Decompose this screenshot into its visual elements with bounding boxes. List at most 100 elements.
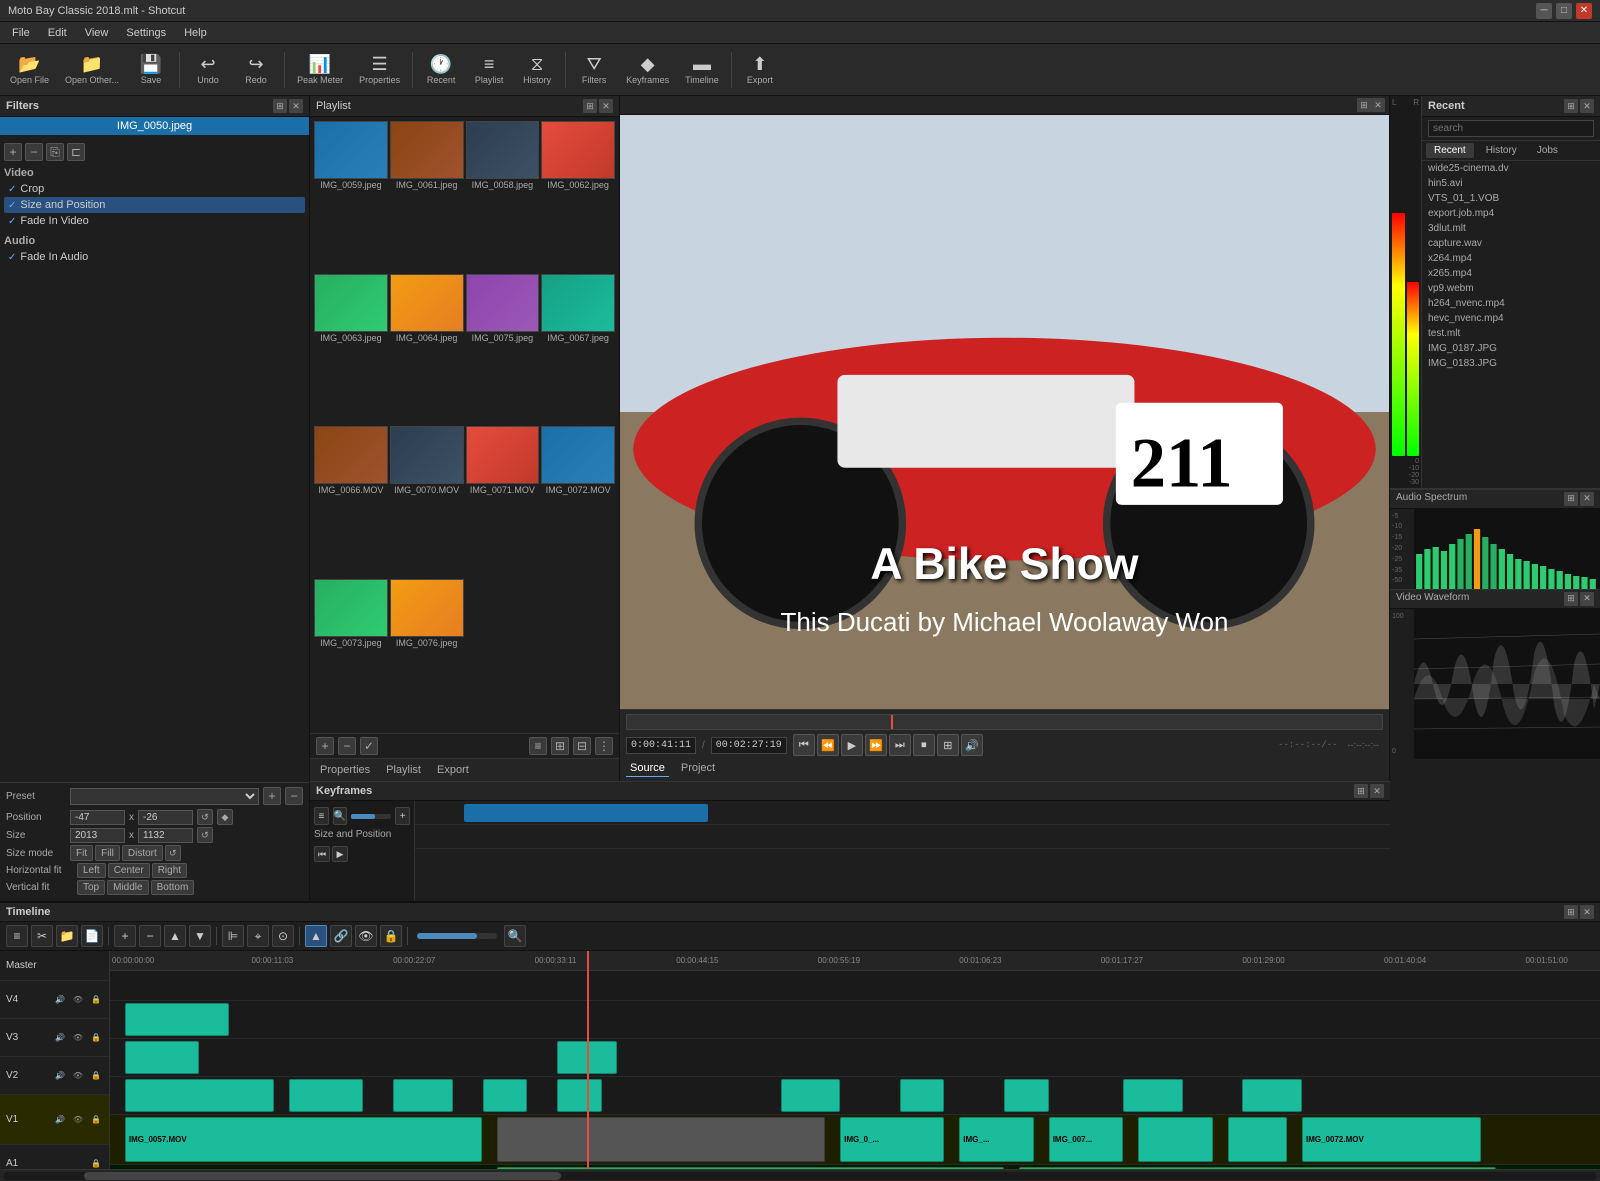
timeline-close-button[interactable]: ✕	[1580, 905, 1594, 919]
h-fit-center[interactable]: Center	[108, 863, 150, 878]
list-item[interactable]: IMG_0063.jpeg	[314, 274, 388, 425]
clip-v2-1[interactable]	[125, 1079, 274, 1112]
clip-v1-5[interactable]	[1138, 1117, 1213, 1162]
preset-add[interactable]: +	[263, 787, 281, 805]
list-item[interactable]: x264.mp4	[1422, 251, 1600, 266]
skip-fwd-button[interactable]: ⏩	[865, 734, 887, 756]
clip-v2-4[interactable]	[483, 1079, 528, 1112]
recent-search-input[interactable]	[1428, 120, 1594, 137]
size-mode-reset[interactable]: ↺	[165, 845, 181, 861]
playlist-close-button[interactable]: ✕	[599, 99, 613, 113]
list-item[interactable]: IMG_0062.jpeg	[541, 121, 615, 272]
keyframes-button[interactable]: ◆ Keyframes	[620, 52, 675, 88]
list-item[interactable]: IMG_0073.jpeg	[314, 579, 388, 730]
maximize-button[interactable]: □	[1556, 3, 1572, 19]
position-reset[interactable]: ↺	[197, 809, 213, 825]
size-h-input[interactable]	[138, 828, 193, 843]
v4-eye-btn[interactable]: 👁	[71, 993, 85, 1007]
open-other-button[interactable]: 📁 Open Other...	[59, 52, 125, 88]
clip-v1-mid[interactable]	[497, 1117, 825, 1162]
tl-eye-btn[interactable]: 👁	[355, 925, 377, 947]
playlist-list-view-button[interactable]: ≡	[529, 737, 547, 755]
tab-export[interactable]: Export	[433, 762, 473, 778]
tab-jobs[interactable]: Jobs	[1529, 143, 1566, 158]
size-reset[interactable]: ↺	[197, 827, 213, 843]
list-item[interactable]: test.mlt	[1422, 326, 1600, 341]
playlist-check-button[interactable]: ✓	[360, 737, 378, 755]
preview-close-button[interactable]: ✕	[1371, 98, 1385, 112]
list-item[interactable]: IMG_0059.jpeg	[314, 121, 388, 272]
clip-v3-1[interactable]	[125, 1041, 200, 1074]
position-keyframe[interactable]: ◆	[217, 809, 233, 825]
list-item[interactable]: capture.wav	[1422, 236, 1600, 251]
clip-v2-3[interactable]	[393, 1079, 453, 1112]
size-mode-fill[interactable]: Fill	[95, 845, 120, 861]
v1-lock-btn[interactable]: 🔒	[89, 1113, 103, 1127]
size-mode-distort[interactable]: Distort	[122, 845, 163, 861]
v2-lock-btn[interactable]: 🔒	[89, 1069, 103, 1083]
list-item[interactable]: IMG_0071.MOV	[466, 426, 540, 577]
v2-audio-btn[interactable]: 🔊	[53, 1069, 67, 1083]
list-item[interactable]: IMG_0058.jpeg	[466, 121, 540, 272]
scrollbar-thumb[interactable]	[84, 1172, 562, 1180]
list-item[interactable]: IMG_0067.jpeg	[541, 274, 615, 425]
list-item[interactable]: hin5.avi	[1422, 176, 1600, 191]
tl-scrub-btn[interactable]: ⊙	[272, 925, 294, 947]
h-fit-left[interactable]: Left	[77, 863, 106, 878]
list-item[interactable]: IMG_0066.MOV	[314, 426, 388, 577]
tab-project[interactable]: Project	[677, 760, 719, 777]
list-item[interactable]: IMG_0064.jpeg	[390, 274, 464, 425]
filter-fade-in-audio[interactable]: ✓ Fade In Audio	[4, 249, 305, 265]
keyframes-dock-button[interactable]: ⊞	[1354, 784, 1368, 798]
menu-view[interactable]: View	[77, 25, 117, 41]
keyframes-close-button[interactable]: ✕	[1370, 784, 1384, 798]
open-file-button[interactable]: 📂 Open File	[4, 52, 55, 88]
add-filter-button[interactable]: +	[4, 143, 22, 161]
audio-spectrum-close-button[interactable]: ✕	[1580, 492, 1594, 506]
clip-v3-2[interactable]	[557, 1041, 617, 1074]
clip-v2-8[interactable]	[1004, 1079, 1049, 1112]
clip-v1-2[interactable]: IMG_0_...	[840, 1117, 944, 1162]
clip-v2-6[interactable]	[781, 1079, 841, 1112]
next-frame-button[interactable]: ⏭	[889, 734, 911, 756]
tl-folder-btn[interactable]: 📁	[56, 925, 78, 947]
vw-close-button[interactable]: ✕	[1580, 592, 1594, 606]
list-item[interactable]: h264_nvenc.mp4	[1422, 296, 1600, 311]
stop-button[interactable]: ⏹	[913, 734, 935, 756]
recent-close-button[interactable]: ✕	[1580, 99, 1594, 113]
clip-v1-4[interactable]: IMG_007...	[1049, 1117, 1124, 1162]
recent-button[interactable]: 🕐 Recent	[419, 52, 463, 88]
clip-v1-main[interactable]: IMG_0057.MOV	[125, 1117, 483, 1162]
clip-v2-10[interactable]	[1242, 1079, 1302, 1112]
v2-eye-btn[interactable]: 👁	[71, 1069, 85, 1083]
v1-eye-btn[interactable]: 👁	[71, 1113, 85, 1127]
tl-down-btn[interactable]: ▼	[189, 925, 211, 947]
audio-spectrum-dock-button[interactable]: ⊞	[1564, 492, 1578, 506]
paste-filter-button[interactable]: ⊏	[67, 143, 85, 161]
tl-file-btn[interactable]: 📄	[81, 925, 103, 947]
v4-lock-btn[interactable]: 🔒	[89, 993, 103, 1007]
filters-dock-button[interactable]: ⊞	[273, 99, 287, 113]
preview-dock-button[interactable]: ⊞	[1357, 98, 1371, 112]
filters-close-button[interactable]: ✕	[289, 99, 303, 113]
v3-eye-btn[interactable]: 👁	[71, 1031, 85, 1045]
tl-cut-btn[interactable]: ✂	[31, 925, 53, 947]
remove-filter-button[interactable]: −	[25, 143, 43, 161]
grid-button[interactable]: ⊞	[937, 734, 959, 756]
menu-file[interactable]: File	[4, 25, 38, 41]
save-button[interactable]: 💾 Save	[129, 52, 173, 88]
v-fit-bottom[interactable]: Bottom	[151, 880, 195, 895]
list-item[interactable]: IMG_0075.jpeg	[466, 274, 540, 425]
timeline-button[interactable]: ▬ Timeline	[679, 52, 725, 88]
playlist-dock-button[interactable]: ⊞	[583, 99, 597, 113]
filter-size-position[interactable]: ✓ Size and Position	[4, 197, 305, 213]
properties-button[interactable]: ☰ Properties	[353, 52, 406, 88]
list-item[interactable]: 3dlut.mlt	[1422, 221, 1600, 236]
clip-v2-7[interactable]	[900, 1079, 945, 1112]
a1-lock-btn[interactable]: 🔒	[89, 1157, 103, 1170]
kf-play-btn[interactable]: ▶	[332, 846, 348, 862]
tab-history[interactable]: History	[1478, 143, 1525, 158]
clip-v2-5[interactable]	[557, 1079, 602, 1112]
tl-lock-btn[interactable]: 🔒	[380, 925, 402, 947]
tl-up-btn[interactable]: ▲	[164, 925, 186, 947]
